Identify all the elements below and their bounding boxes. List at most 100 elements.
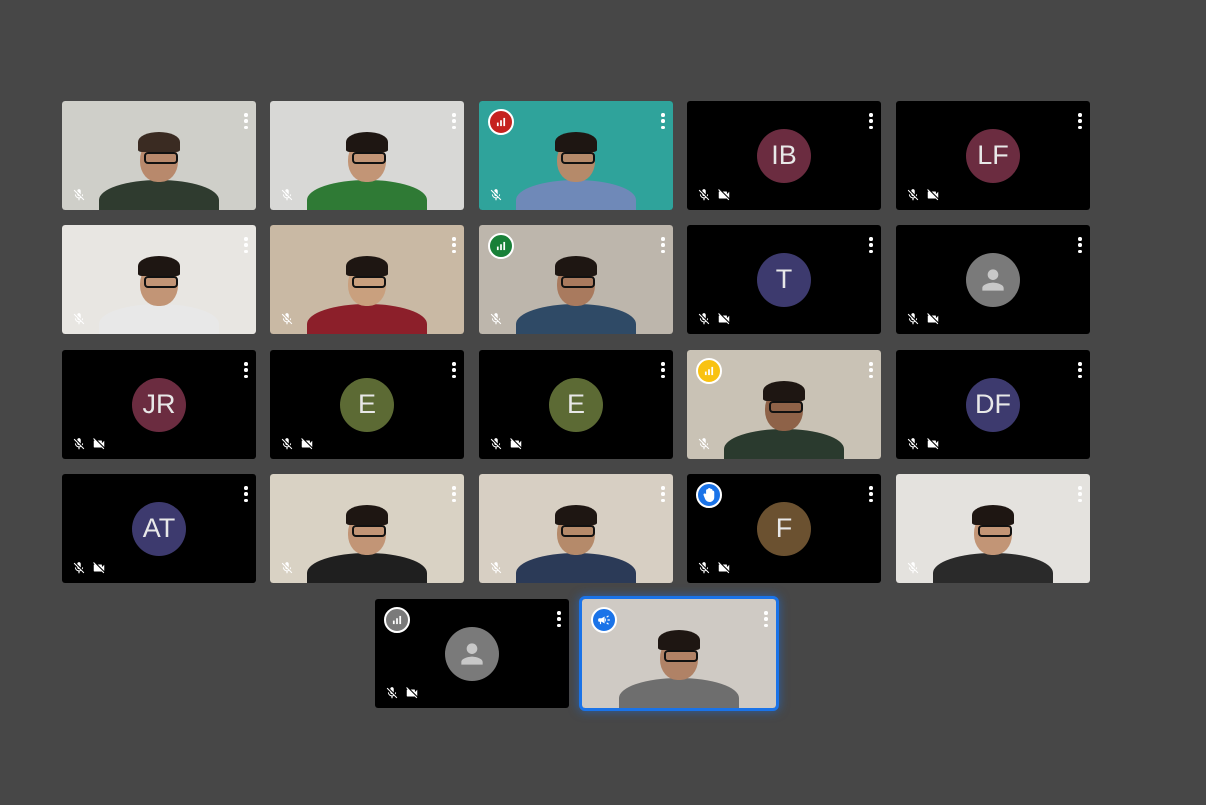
participant-status bbox=[280, 188, 294, 202]
participant-status bbox=[385, 686, 419, 700]
video-person-glasses bbox=[561, 525, 595, 538]
participant-tile[interactable] bbox=[270, 225, 464, 334]
more-options-icon[interactable] bbox=[557, 611, 561, 627]
mic-off-icon bbox=[489, 188, 503, 202]
video-person-hair bbox=[658, 629, 700, 650]
mic-off-icon bbox=[489, 312, 503, 326]
camera-off-icon bbox=[405, 686, 419, 700]
participant-tile[interactable] bbox=[62, 225, 256, 334]
mic-off-icon bbox=[906, 188, 920, 202]
camera-off-icon bbox=[926, 188, 940, 202]
participant-tile[interactable] bbox=[375, 599, 569, 708]
more-options-icon[interactable] bbox=[661, 113, 665, 129]
participant-tile[interactable] bbox=[687, 350, 881, 459]
more-options-icon[interactable] bbox=[1078, 362, 1082, 378]
more-options-icon[interactable] bbox=[452, 486, 456, 502]
video-person-glasses bbox=[144, 152, 178, 165]
mic-off-icon bbox=[280, 312, 294, 326]
video-person-body bbox=[99, 304, 219, 334]
participant-tile[interactable]: DF bbox=[896, 350, 1090, 459]
avatar-initials: F bbox=[757, 501, 811, 556]
speaking-indicator-icon bbox=[696, 358, 722, 384]
participant-tile[interactable]: AT bbox=[62, 474, 256, 583]
video-person-body bbox=[619, 678, 739, 708]
video-person-body bbox=[516, 180, 636, 210]
participant-tile[interactable]: T bbox=[687, 225, 881, 334]
mic-off-icon bbox=[280, 561, 294, 575]
camera-off-icon bbox=[717, 561, 731, 575]
mic-off-icon bbox=[906, 561, 920, 575]
avatar-initials: T bbox=[757, 252, 811, 307]
participant-tile[interactable]: E bbox=[479, 350, 673, 459]
camera-off-icon bbox=[717, 188, 731, 202]
more-options-icon[interactable] bbox=[452, 362, 456, 378]
participant-video bbox=[62, 225, 256, 334]
participant-tile[interactable] bbox=[479, 474, 673, 583]
more-options-icon[interactable] bbox=[661, 362, 665, 378]
participant-status bbox=[72, 437, 106, 451]
participant-tile[interactable] bbox=[270, 101, 464, 210]
participant-tile[interactable] bbox=[896, 474, 1090, 583]
mic-off-icon bbox=[72, 561, 86, 575]
participant-video bbox=[270, 101, 464, 210]
participant-status bbox=[72, 561, 106, 575]
more-options-icon[interactable] bbox=[244, 237, 248, 253]
more-options-icon[interactable] bbox=[869, 113, 873, 129]
participant-tile[interactable] bbox=[896, 225, 1090, 334]
participant-status bbox=[906, 561, 920, 575]
participant-status bbox=[280, 437, 314, 451]
more-options-icon[interactable] bbox=[869, 362, 873, 378]
more-options-icon[interactable] bbox=[244, 486, 248, 502]
participant-tile[interactable] bbox=[479, 225, 673, 334]
camera-off-icon bbox=[300, 437, 314, 451]
participant-status bbox=[489, 561, 503, 575]
video-person-glasses bbox=[978, 525, 1012, 538]
participant-tile[interactable] bbox=[579, 596, 779, 711]
participant-tile[interactable]: IB bbox=[687, 101, 881, 210]
more-options-icon[interactable] bbox=[244, 113, 248, 129]
participant-tile[interactable]: E bbox=[270, 350, 464, 459]
more-options-icon[interactable] bbox=[452, 113, 456, 129]
participant-tile[interactable]: JR bbox=[62, 350, 256, 459]
video-person-hair bbox=[555, 504, 597, 525]
participant-status bbox=[489, 312, 503, 326]
raised-hand-icon bbox=[696, 482, 722, 508]
participant-tile[interactable] bbox=[270, 474, 464, 583]
speaking-indicator-icon bbox=[488, 109, 514, 135]
more-options-icon[interactable] bbox=[764, 611, 768, 627]
participant-tile[interactable] bbox=[62, 101, 256, 210]
video-person-body bbox=[516, 553, 636, 583]
more-options-icon[interactable] bbox=[244, 362, 248, 378]
avatar-initials: DF bbox=[966, 377, 1020, 432]
more-options-icon[interactable] bbox=[1078, 113, 1082, 129]
more-options-icon[interactable] bbox=[869, 486, 873, 502]
more-options-icon[interactable] bbox=[1078, 486, 1082, 502]
participant-tile[interactable]: LF bbox=[896, 101, 1090, 210]
camera-off-icon bbox=[92, 561, 106, 575]
participant-status bbox=[906, 312, 940, 326]
video-person-hair bbox=[346, 131, 388, 152]
more-options-icon[interactable] bbox=[661, 237, 665, 253]
video-person-hair bbox=[555, 131, 597, 152]
more-options-icon[interactable] bbox=[1078, 237, 1082, 253]
more-options-icon[interactable] bbox=[452, 237, 456, 253]
camera-off-icon bbox=[717, 312, 731, 326]
video-person-hair bbox=[346, 504, 388, 525]
video-person-hair bbox=[138, 131, 180, 152]
video-person-body bbox=[99, 180, 219, 210]
mic-off-icon bbox=[697, 437, 711, 451]
camera-off-icon bbox=[926, 437, 940, 451]
avatar-person-icon bbox=[445, 626, 499, 681]
more-options-icon[interactable] bbox=[661, 486, 665, 502]
video-person-body bbox=[724, 429, 844, 459]
more-options-icon[interactable] bbox=[869, 237, 873, 253]
video-person-hair bbox=[138, 255, 180, 276]
participant-status bbox=[489, 437, 523, 451]
participant-status bbox=[489, 188, 503, 202]
avatar-initials: IB bbox=[757, 128, 811, 183]
participant-tile[interactable] bbox=[479, 101, 673, 210]
video-person-glasses bbox=[561, 152, 595, 165]
participant-status bbox=[72, 312, 86, 326]
video-person-hair bbox=[763, 380, 805, 401]
participant-tile[interactable]: F bbox=[687, 474, 881, 583]
